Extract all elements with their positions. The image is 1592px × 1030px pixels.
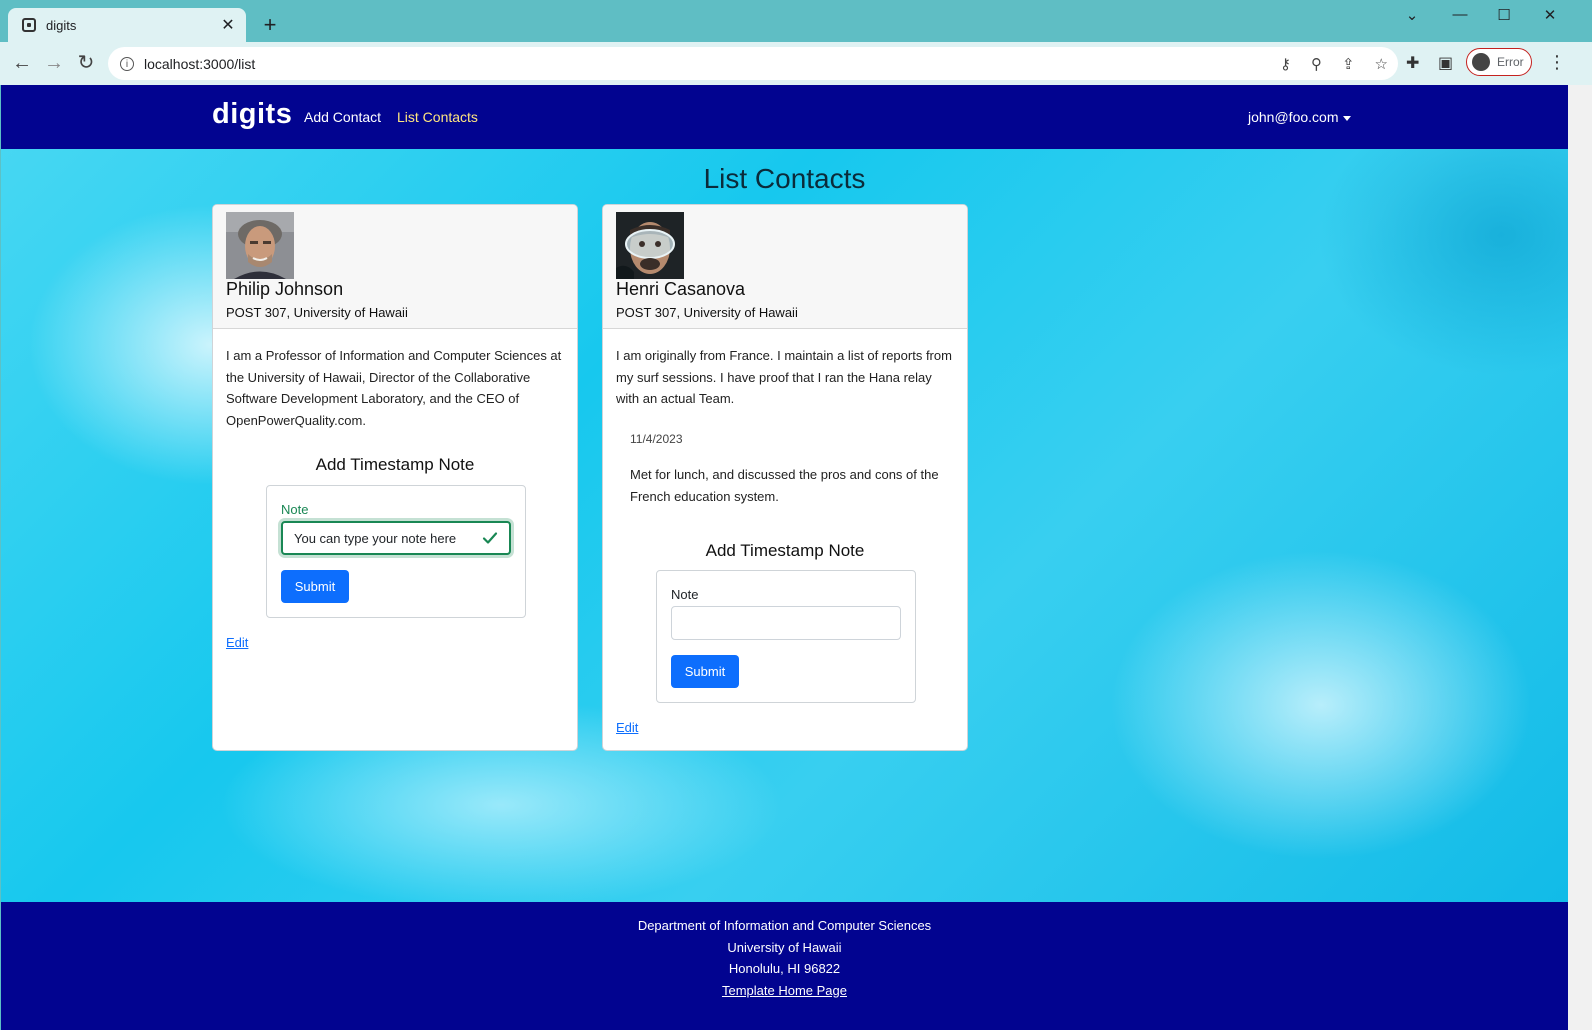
top-navbar: digits Add Contact List Contacts john@fo… <box>1 85 1568 149</box>
zoom-icon[interactable]: ⚲ <box>1311 55 1322 73</box>
note-input-value[interactable]: You can type your note here <box>294 531 482 546</box>
footer-link-row: Template Home Page <box>1 983 1568 998</box>
page-body: digits Add Contact List Contacts john@fo… <box>1 85 1568 1030</box>
browser-tab[interactable]: digits ✕ <box>8 8 246 42</box>
brand-logo[interactable]: digits <box>212 98 292 131</box>
page-title: List Contacts <box>703 163 866 194</box>
maximize-icon[interactable]: ☐ <box>1484 6 1524 24</box>
contact-address: POST 307, University of Hawaii <box>226 305 408 320</box>
tab-title: digits <box>46 17 77 33</box>
submit-button[interactable]: Submit <box>281 570 349 603</box>
forward-icon[interactable]: → <box>42 52 66 74</box>
key-icon[interactable]: ⚷ <box>1280 55 1291 73</box>
timestamp-form-title: Add Timestamp Note <box>705 541 865 560</box>
timestamp-form: Note You can type your note here Submit <box>266 485 526 618</box>
footer-city: Honolulu, HI 96822 <box>728 961 841 976</box>
site-info-icon[interactable]: i <box>120 56 134 71</box>
page-scrollbar[interactable] <box>1568 85 1592 1030</box>
address-bar[interactable]: i localhost:3000/list ⚷ ⚲ ⇪ ☆ <box>108 47 1398 80</box>
template-home-link[interactable]: Template Home Page <box>722 983 847 998</box>
contact-card: Henri Casanova POST 307, University of H… <box>602 204 968 751</box>
submit-button[interactable]: Submit <box>671 655 739 688</box>
contact-description: I am originally from France. I maintain … <box>616 348 952 406</box>
browser-chrome: digits ✕ + ⌄ — ☐ ✕ ← → ↻ i localhost:300… <box>0 0 1592 85</box>
contact-address: POST 307, University of Hawaii <box>616 305 798 320</box>
footer: Department of Information and Computer S… <box>1 902 1568 1030</box>
url-text[interactable]: localhost:3000/list <box>144 56 1270 72</box>
tab-strip: digits ✕ + ⌄ — ☐ ✕ <box>0 0 1592 42</box>
note-input[interactable] <box>671 606 901 640</box>
tab-search-icon[interactable]: ⌄ <box>1392 6 1432 24</box>
timestamp-form-title: Add Timestamp Note <box>315 455 475 474</box>
note-label: Note <box>281 502 309 517</box>
valid-check-icon <box>482 532 498 544</box>
contact-description: I am a Professor of Information and Comp… <box>226 348 562 428</box>
back-icon[interactable]: ← <box>10 52 34 74</box>
side-panel-icon[interactable]: ▣ <box>1438 53 1453 73</box>
nav-add-contact[interactable]: Add Contact <box>304 109 381 125</box>
minimize-icon[interactable]: — <box>1440 6 1480 23</box>
caret-down-icon <box>1343 115 1352 121</box>
bookmark-star-icon[interactable]: ☆ <box>1375 55 1388 73</box>
profile-label: Error <box>1497 55 1524 69</box>
browser-menu-icon[interactable]: ⋮ <box>1548 52 1566 73</box>
user-dropdown[interactable]: john@foo.com <box>1248 109 1352 125</box>
edit-link[interactable]: Edit <box>226 635 248 650</box>
timestamp-form: Note Submit <box>656 570 916 703</box>
user-email: john@foo.com <box>1248 109 1339 125</box>
close-tab-icon[interactable]: ✕ <box>218 15 238 35</box>
footer-university: University of Hawaii <box>727 940 842 955</box>
reload-icon[interactable]: ↻ <box>74 52 98 74</box>
contact-photo <box>616 212 684 279</box>
contact-card: Philip Johnson POST 307, University of H… <box>212 204 578 751</box>
contact-photo <box>226 212 294 279</box>
close-window-icon[interactable]: ✕ <box>1530 6 1570 24</box>
extensions-icon[interactable]: ✚ <box>1406 53 1419 73</box>
note-date: 11/4/2023 <box>630 432 683 446</box>
contact-name: Henri Casanova <box>616 279 746 299</box>
nav-list-contacts[interactable]: List Contacts <box>397 109 478 125</box>
edit-link[interactable]: Edit <box>616 720 638 735</box>
card-header: Philip Johnson POST 307, University of H… <box>213 205 577 329</box>
note-input[interactable]: You can type your note here <box>281 521 511 555</box>
contact-name: Philip Johnson <box>226 279 344 299</box>
browser-toolbar: ← → ↻ i localhost:3000/list ⚷ ⚲ ⇪ ☆ ✚ ▣ … <box>0 42 1592 85</box>
profile-avatar <box>1472 53 1490 71</box>
note-label: Note <box>671 587 699 602</box>
new-tab-button[interactable]: + <box>258 12 282 38</box>
profile-button[interactable]: Error <box>1466 48 1532 76</box>
site-favicon-icon <box>22 18 36 32</box>
footer-department: Department of Information and Computer S… <box>637 918 932 933</box>
note-text: Met for lunch, and discussed the pros an… <box>630 467 939 504</box>
share-icon[interactable]: ⇪ <box>1342 55 1355 73</box>
card-header: Henri Casanova POST 307, University of H… <box>603 205 967 329</box>
